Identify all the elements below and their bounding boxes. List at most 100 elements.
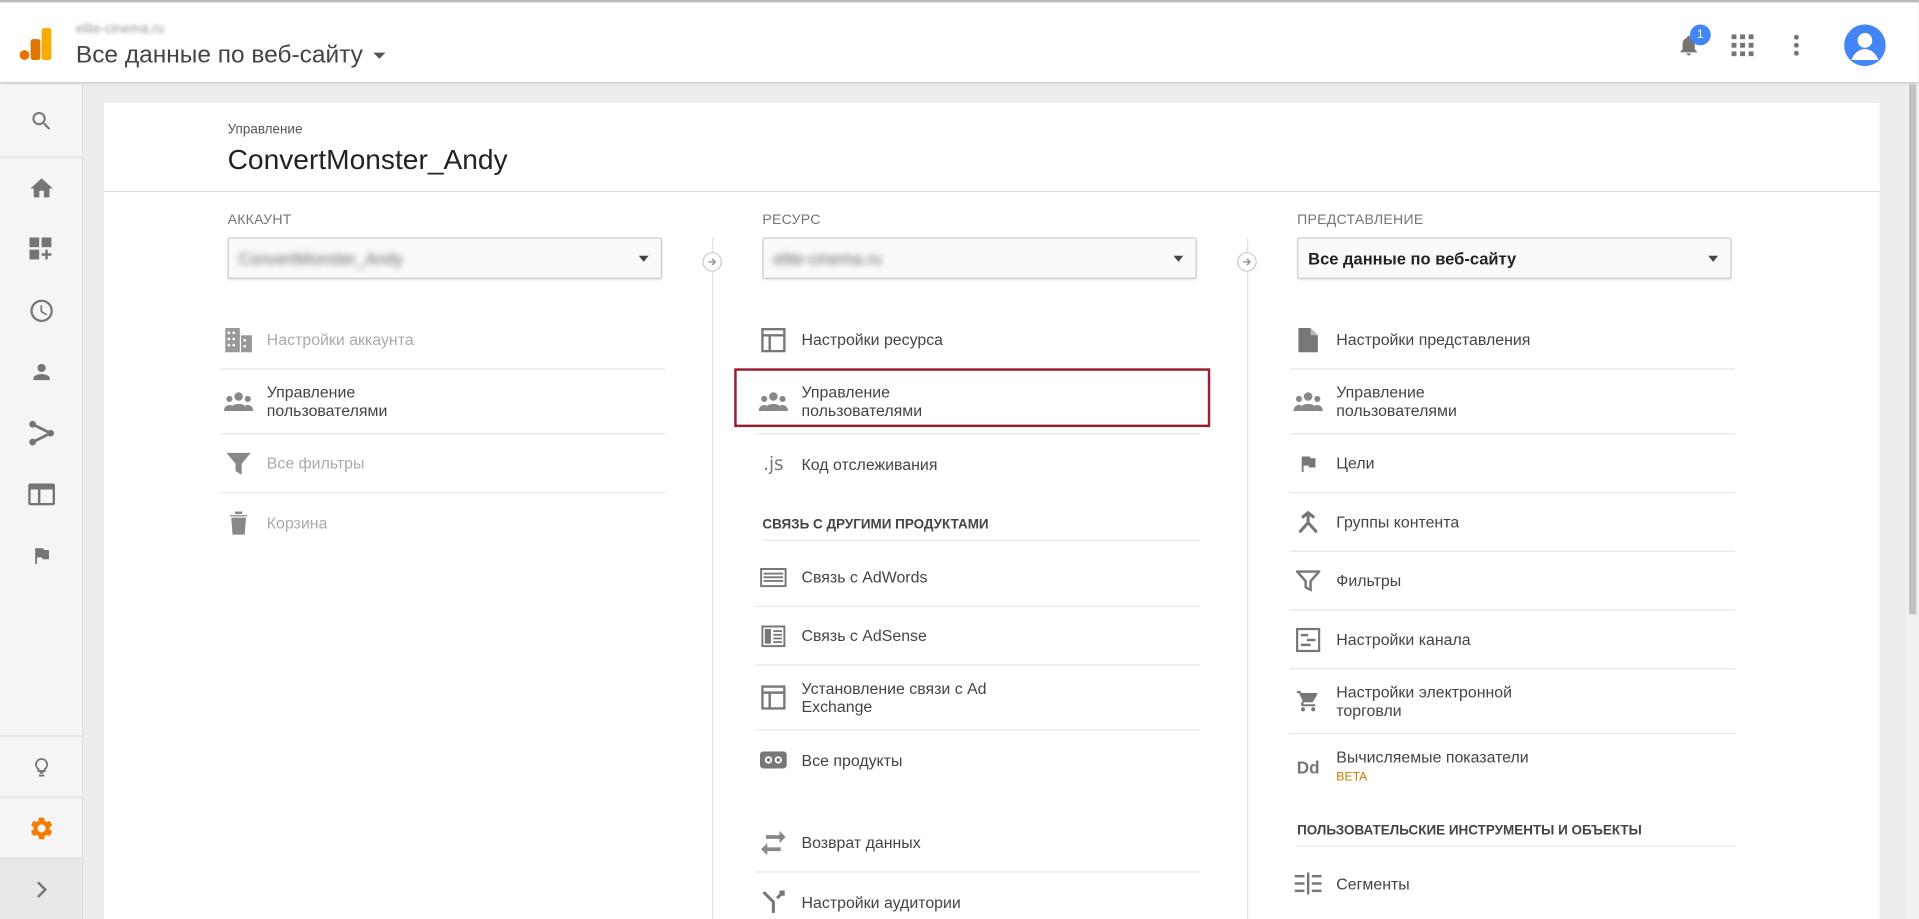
content-groups-item[interactable]: Группы контента: [1289, 493, 1736, 552]
account-all-filters-item[interactable]: Все фильтры: [220, 434, 666, 494]
custom-tools-heading: ПОЛЬЗОВАТЕЛЬСКИЕ ИНСТРУМЕНТЫ И ОБЪЕКТЫ: [1297, 819, 1736, 847]
goals-item[interactable]: Цели: [1289, 434, 1736, 494]
sidebar-insights[interactable]: [0, 735, 82, 796]
data-import-label: Возврат данных: [801, 833, 921, 852]
notifications-button[interactable]: 1: [1662, 23, 1716, 67]
admin-card: Управление ConvertMonster_Andy АККАУНТ C…: [104, 102, 1880, 919]
account-all-filters-label: Все фильтры: [266, 453, 365, 473]
flag-icon: [34, 548, 49, 564]
calculated-metrics-text: Вычисляемые показатели BETA: [1336, 747, 1528, 786]
account-trash-label: Корзина: [266, 513, 328, 532]
calculated-metrics-item[interactable]: Dd Вычисляемые показатели BETA: [1290, 734, 1735, 799]
document-icon: [1292, 324, 1324, 356]
beta-badge: BETA: [1336, 770, 1368, 784]
sidebar-conversions[interactable]: [0, 525, 82, 586]
gear-icon: [30, 817, 52, 839]
js-icon: .js: [763, 452, 784, 475]
page-title: ConvertMonster_Andy: [227, 143, 508, 175]
header-divider: [104, 190, 1880, 193]
view-title: Все данные по веб-сайту: [75, 41, 363, 69]
property-settings-item[interactable]: Настройки ресурса: [755, 311, 1201, 370]
adsense-link-item[interactable]: Связь с AdSense: [755, 607, 1201, 666]
product-linking-heading: СВЯЗЬ С ДРУГИМИ ПРОДУКТАМИ: [762, 513, 1201, 541]
view-user-management-item[interactable]: Управление пользователями: [1289, 370, 1736, 435]
caret-down-icon: [372, 52, 385, 59]
sidebar-expand[interactable]: [0, 857, 82, 919]
adwords-icon: [757, 561, 789, 593]
browser-window-icon: [27, 483, 55, 506]
account-user-management-label: Управление пользователями: [266, 383, 388, 420]
property-user-management-item[interactable]: Управление пользователями: [755, 370, 1201, 435]
breadcrumb: Управление: [227, 122, 303, 138]
sidebar-audience[interactable]: [0, 341, 82, 402]
ecommerce-settings-item[interactable]: Настройки электронной торговли: [1289, 669, 1736, 735]
view-selector[interactable]: Все данные по веб-сайту: [76, 42, 385, 70]
sidebar-acquisition[interactable]: [0, 403, 82, 464]
account-selector[interactable]: ConvertMonster_Andy: [227, 237, 663, 280]
view-filters-item[interactable]: Фильтры: [1289, 552, 1736, 611]
dashboard-add-icon: [28, 237, 51, 260]
channel-icon: [1292, 623, 1324, 655]
scrollbar-thumb[interactable]: [1908, 84, 1917, 615]
apps-grid-icon: [1731, 34, 1754, 57]
account-trash-item[interactable]: Корзина: [220, 493, 665, 552]
channel-settings-label: Настройки канала: [1336, 630, 1471, 649]
property-settings-label: Настройки ресурса: [801, 330, 944, 349]
top-bar: elite-cinema.ru Все данные по веб-сайту …: [0, 0, 1919, 82]
building-icon: [223, 324, 255, 356]
content-groups-label: Группы контента: [1336, 512, 1460, 532]
column-divider: [1246, 237, 1249, 919]
sidebar-admin[interactable]: [0, 796, 82, 858]
users-icon: [1292, 385, 1324, 417]
flag-icon: [1292, 447, 1324, 479]
segments-item[interactable]: Сегменты: [1290, 854, 1735, 913]
tracking-code-item[interactable]: .js Код отслеживания: [755, 434, 1200, 493]
account-settings-item[interactable]: Настройки аккаунта: [220, 311, 666, 370]
chevron-right-icon: [36, 880, 47, 898]
left-sidebar: [0, 84, 84, 919]
data-import-item[interactable]: Возврат данных: [755, 814, 1201, 873]
lightbulb-icon: [34, 757, 48, 776]
view-column-selector[interactable]: Все данные по веб-сайту: [1297, 237, 1732, 280]
sidebar-behavior[interactable]: [0, 464, 82, 525]
analytics-logo[interactable]: [18, 27, 52, 61]
segments-label: Сегменты: [1336, 874, 1410, 893]
avatar-icon: [1844, 24, 1886, 67]
all-products-label: Все продукты: [801, 750, 903, 770]
trash-icon: [223, 507, 255, 539]
adwords-link-label: Связь с AdWords: [801, 567, 928, 587]
property-selector[interactable]: elite-cinema.ru: [762, 237, 1197, 280]
all-products-item[interactable]: Все продукты: [755, 731, 1200, 790]
adwords-link-item[interactable]: Связь с AdWords: [755, 548, 1201, 607]
arrow-right-icon: [1237, 252, 1257, 272]
sidebar-home[interactable]: [0, 158, 82, 219]
tracking-code-label: Код отслеживания: [801, 454, 938, 473]
adsense-link-label: Связь с AdSense: [801, 626, 927, 645]
apps-button[interactable]: [1716, 23, 1770, 67]
content-group-icon: [1292, 506, 1324, 538]
audience-settings-item[interactable]: Настройки аудитории: [755, 872, 1200, 919]
caret-down-icon: [1708, 255, 1719, 262]
caret-down-icon: [1173, 255, 1184, 262]
sidebar-search[interactable]: [0, 84, 82, 158]
users-icon: [757, 385, 789, 417]
person-icon: [32, 363, 50, 381]
sidebar-realtime[interactable]: [0, 280, 82, 341]
view-user-management-label: Управление пользователями: [1336, 383, 1457, 420]
page-scrollbar[interactable]: [1906, 84, 1919, 919]
adexchange-link-item[interactable]: Установление связи с Ad Exchange: [755, 666, 1201, 731]
sidebar-customization[interactable]: [0, 219, 82, 280]
filter-icon: [1292, 565, 1324, 597]
view-filters-label: Фильтры: [1336, 571, 1402, 590]
account-column-label: АККАУНТ: [227, 212, 292, 228]
account-user-management-item[interactable]: Управление пользователями: [220, 370, 666, 435]
account-column: АККАУНТ ConvertMonster_Andy Настройки ак…: [220, 212, 681, 552]
audience-settings-label: Настройки аудитории: [801, 892, 961, 912]
ecommerce-settings-label: Настройки электронной торговли: [1336, 682, 1513, 720]
arrow-right-icon: [702, 252, 722, 272]
account-avatar-button[interactable]: [1838, 23, 1892, 67]
more-menu-button[interactable]: [1769, 23, 1823, 67]
channel-settings-item[interactable]: Настройки канала: [1289, 611, 1736, 670]
view-settings-item[interactable]: Настройки представления: [1289, 311, 1736, 370]
column-divider: [712, 237, 714, 919]
